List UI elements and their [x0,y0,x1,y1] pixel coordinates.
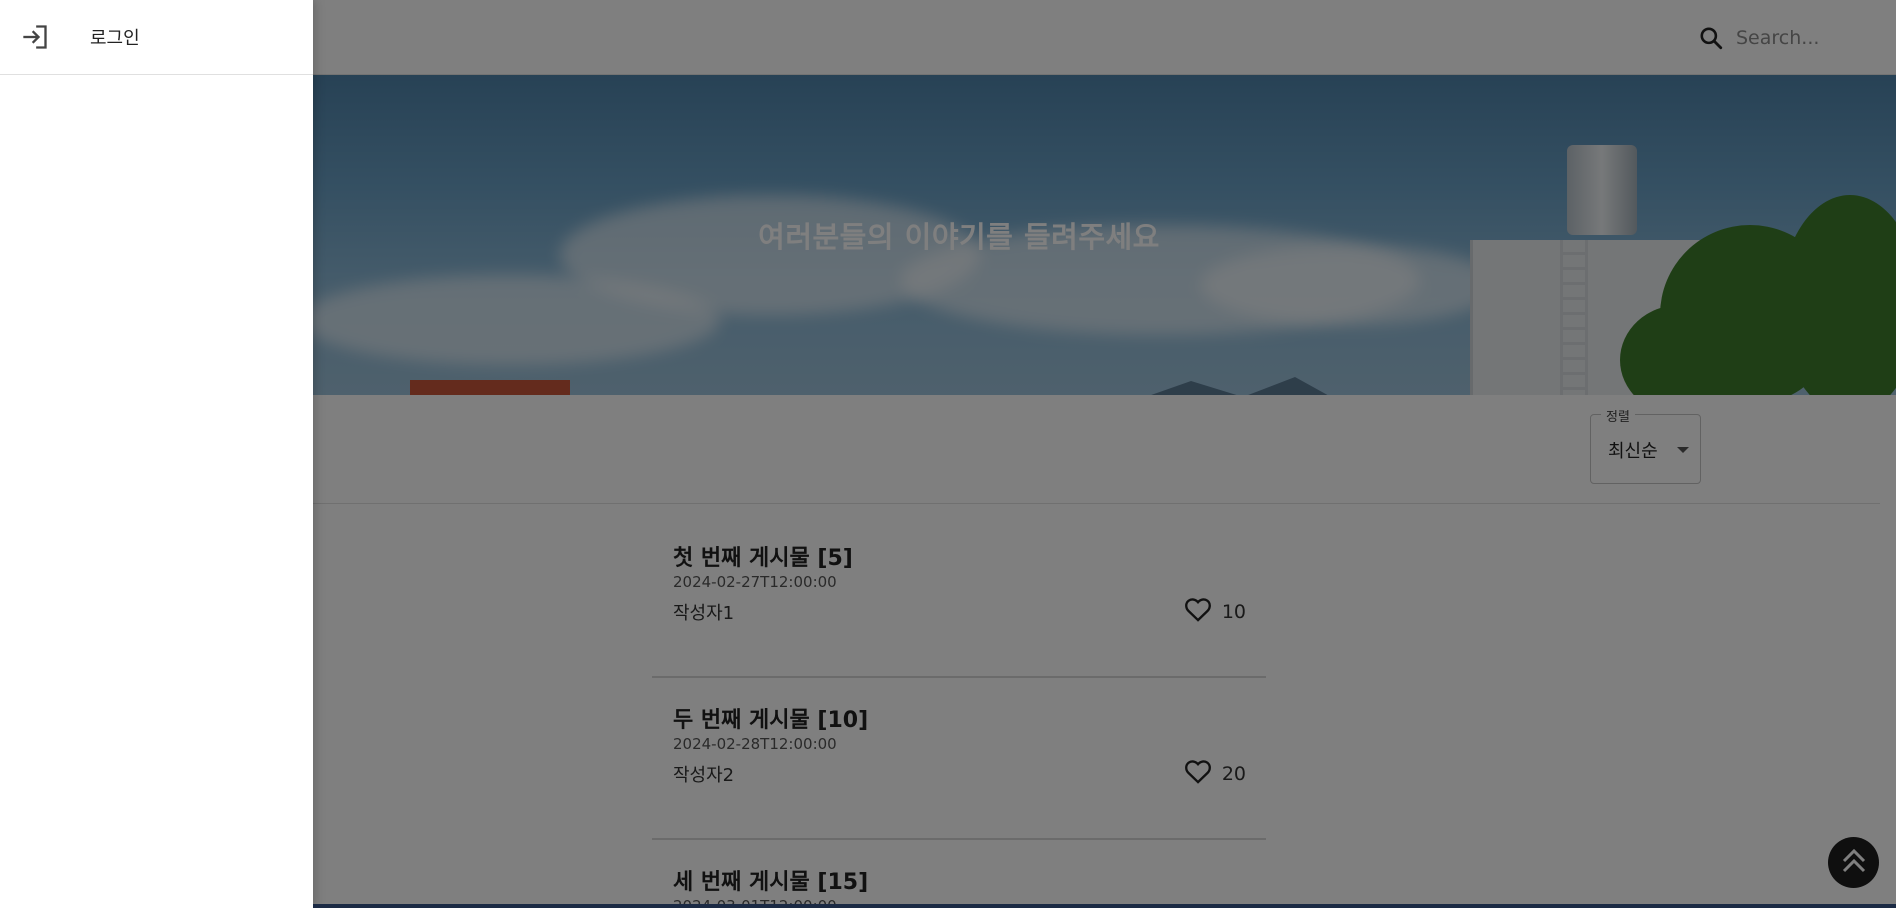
login-icon [20,22,50,52]
bottom-edge [313,904,1896,908]
drawer-item-label: 로그인 [90,28,140,49]
drawer-item-login[interactable]: 로그인 [0,0,313,75]
side-drawer: 로그인 [0,0,313,908]
